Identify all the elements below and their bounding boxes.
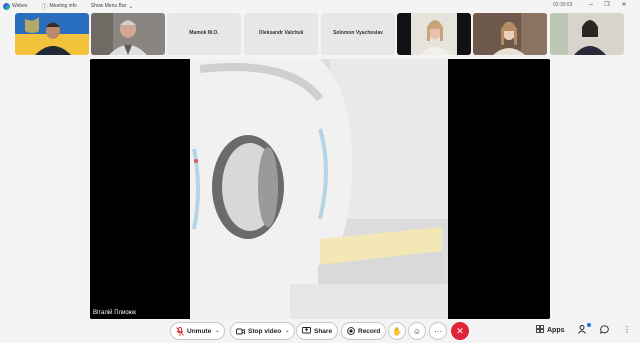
participant-tile[interactable]: [397, 13, 471, 55]
meeting-info-button[interactable]: ⓘ Meeting info: [41, 2, 76, 11]
chat-icon[interactable]: [599, 325, 609, 336]
close-icon: ✕: [456, 325, 464, 336]
close-window-button[interactable]: ✕: [620, 1, 628, 8]
share-label: Share: [314, 327, 333, 335]
share-button[interactable]: Share: [296, 322, 339, 340]
restore-button[interactable]: ❐: [603, 1, 611, 8]
minimize-button[interactable]: –: [587, 1, 595, 8]
participant-tile[interactable]: [15, 13, 89, 55]
apps-label: Apps: [547, 326, 565, 334]
participants-icon[interactable]: [578, 325, 588, 336]
app-name: Webex: [12, 3, 28, 9]
participant-tile[interactable]: [550, 13, 624, 55]
participant-name: Mamok M.O.: [189, 30, 219, 36]
chevron-down-icon: ⌄: [128, 3, 134, 10]
apps-grid-icon: [536, 325, 544, 335]
more-options-button[interactable]: ···: [429, 322, 447, 340]
ct-scanner-video: [90, 59, 550, 319]
title-bar: Webex ⓘ Meeting info Show Menu Bar ⌄ 02:…: [0, 0, 640, 12]
stop-video-button[interactable]: Stop video ⌄: [230, 322, 296, 340]
show-menu-bar-button[interactable]: Show Menu Bar ⌄: [91, 3, 134, 10]
record-icon: [347, 327, 355, 335]
participant-tile[interactable]: Solomon Vyacheslav: [321, 13, 395, 55]
chevron-down-icon[interactable]: ⌄: [215, 328, 219, 334]
participant-tile[interactable]: [473, 13, 547, 55]
reactions-button[interactable]: ☺: [408, 322, 426, 340]
meeting-controls: Unmute ⌄ Stop video ⌄ Share Record ✋ ☺ ·…: [0, 318, 640, 343]
meeting-info-label: Meeting info: [49, 3, 77, 9]
more-options-label: ···: [434, 326, 442, 336]
participant-tile[interactable]: [91, 13, 165, 55]
participant-name: Solomon Vyacheslav: [333, 30, 383, 36]
hand-icon: ✋: [392, 326, 402, 336]
participant-tile[interactable]: Mamok M.O.: [167, 13, 241, 55]
participant-name: Oleksandr Valchuk: [258, 30, 304, 36]
record-label: Record: [358, 327, 381, 335]
webex-logo-icon: [3, 2, 10, 10]
participant-video: [397, 13, 471, 55]
app-identity: Webex: [3, 2, 28, 10]
stop-video-label: Stop video: [248, 327, 282, 335]
microphone-muted-icon: [176, 326, 184, 336]
participant-tile[interactable]: Oleksandr Valchuk: [244, 13, 318, 55]
raise-hand-button[interactable]: ✋: [388, 322, 406, 340]
active-speaker-name: Віталій Плиоюк: [93, 310, 136, 316]
unmute-label: Unmute: [187, 327, 212, 335]
info-icon: ⓘ: [41, 4, 48, 11]
overflow-menu-icon[interactable]: ⋮: [623, 325, 631, 334]
participant-video: [550, 13, 624, 55]
leave-meeting-button[interactable]: ✕: [451, 322, 469, 340]
show-menu-bar-label: Show Menu Bar: [90, 3, 127, 9]
meeting-clock: 02:39:53: [553, 2, 573, 8]
apps-button[interactable]: Apps: [536, 325, 565, 335]
participant-video: [91, 13, 165, 55]
smiley-icon: ☺: [412, 326, 422, 336]
participant-video: [15, 13, 89, 55]
unmute-button[interactable]: Unmute ⌄: [170, 322, 226, 340]
notification-dot: [587, 323, 591, 327]
chevron-down-icon[interactable]: ⌄: [285, 328, 289, 334]
record-button[interactable]: Record: [341, 322, 387, 340]
video-camera-icon: [236, 328, 245, 335]
active-speaker-video[interactable]: Віталій Плиоюк: [90, 59, 550, 319]
participant-strip: Mamok M.O. Oleksandr Valchuk Solomon Vya…: [15, 13, 625, 56]
share-screen-icon: [302, 327, 311, 335]
participant-video: [473, 13, 547, 55]
